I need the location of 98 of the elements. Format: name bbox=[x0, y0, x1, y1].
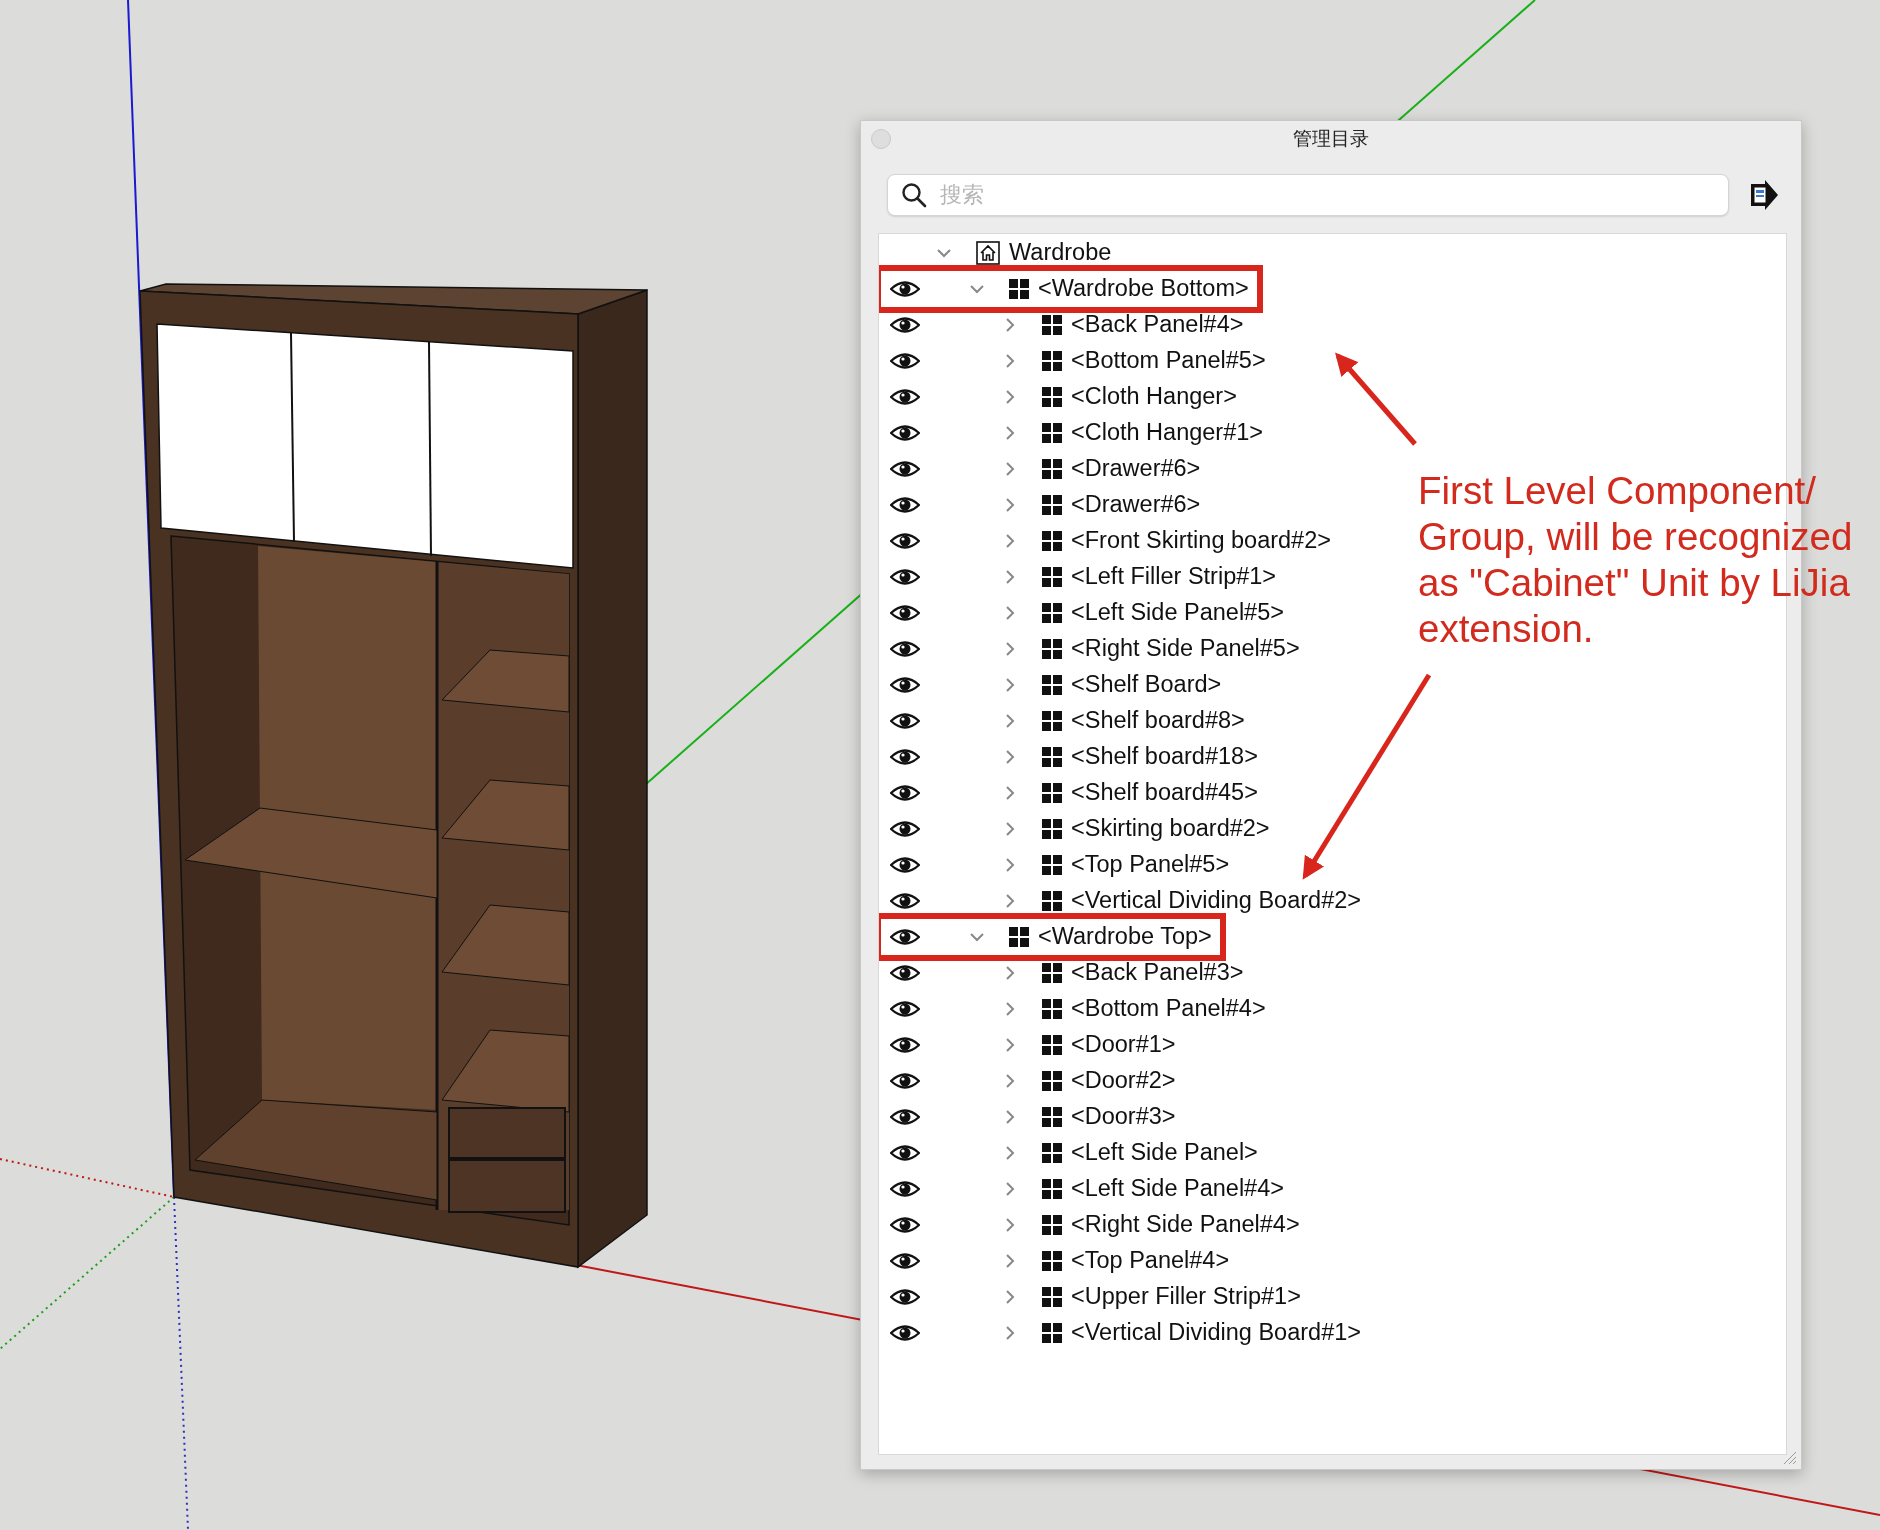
eye-icon[interactable] bbox=[890, 999, 920, 1019]
eye-icon[interactable] bbox=[890, 1251, 920, 1271]
tree-item-label[interactable]: <Back Panel#4> bbox=[1071, 307, 1244, 343]
eye-icon[interactable] bbox=[890, 459, 920, 479]
component-icon bbox=[1042, 639, 1062, 659]
component-icon bbox=[1042, 459, 1062, 479]
component-icon bbox=[1042, 783, 1062, 803]
tree-item-label[interactable]: <Vertical Dividing Board#1> bbox=[1071, 1315, 1361, 1351]
component-icon bbox=[1042, 1251, 1062, 1271]
tree-item-label[interactable]: <Cloth Hanger> bbox=[1071, 379, 1237, 415]
tree-item-label[interactable]: <Left Side Panel> bbox=[1071, 1135, 1258, 1171]
tree-item-label[interactable]: <Skirting board#2> bbox=[1071, 811, 1270, 847]
search-icon bbox=[901, 182, 927, 208]
component-icon bbox=[1042, 855, 1062, 875]
component-icon bbox=[1042, 1143, 1062, 1163]
component-icon bbox=[1042, 603, 1062, 623]
component-icon bbox=[1042, 1107, 1062, 1127]
eye-icon[interactable] bbox=[890, 1143, 920, 1163]
eye-icon[interactable] bbox=[890, 639, 920, 659]
tree-item-label[interactable]: <Shelf board#18> bbox=[1071, 739, 1258, 775]
tree-item-label[interactable]: <Back Panel#3> bbox=[1071, 955, 1244, 991]
house-icon bbox=[976, 241, 1000, 265]
eye-icon[interactable] bbox=[890, 567, 920, 587]
tree-item-label[interactable]: <Shelf board#8> bbox=[1071, 703, 1245, 739]
component-icon bbox=[1042, 891, 1062, 911]
eye-icon[interactable] bbox=[890, 891, 920, 911]
tree-item-label[interactable]: <Vertical Dividing Board#2> bbox=[1071, 883, 1361, 919]
component-icon bbox=[1042, 1179, 1062, 1199]
tree-item-label[interactable]: <Bottom Panel#4> bbox=[1071, 991, 1266, 1027]
tree-item-label[interactable]: <Front Skirting board#2> bbox=[1071, 523, 1331, 559]
eye-icon[interactable] bbox=[890, 783, 920, 803]
tree-item-label[interactable]: <Drawer#6> bbox=[1071, 487, 1201, 523]
tree-item-label[interactable]: <Right Side Panel#5> bbox=[1071, 631, 1300, 667]
tree-item-label[interactable]: <Wardrobe Bottom> bbox=[1038, 271, 1249, 307]
tree-item-label[interactable]: <Left Filler Strip#1> bbox=[1071, 559, 1277, 595]
eye-icon[interactable] bbox=[890, 387, 920, 407]
component-icon bbox=[1042, 999, 1062, 1019]
export-document-icon[interactable] bbox=[1749, 180, 1779, 210]
tree-item-label[interactable]: <Right Side Panel#4> bbox=[1071, 1207, 1300, 1243]
tree-item-label[interactable]: <Top Panel#4> bbox=[1071, 1243, 1230, 1279]
eye-icon[interactable] bbox=[890, 963, 920, 983]
eye-icon[interactable] bbox=[890, 711, 920, 731]
tree-item-label[interactable]: <Top Panel#5> bbox=[1071, 847, 1230, 883]
eye-icon[interactable] bbox=[890, 351, 920, 371]
component-icon bbox=[1042, 1071, 1062, 1091]
eye-icon[interactable] bbox=[890, 819, 920, 839]
component-icon bbox=[1042, 1323, 1062, 1343]
component-icon bbox=[1042, 495, 1062, 515]
eye-icon[interactable] bbox=[890, 747, 920, 767]
eye-icon[interactable] bbox=[890, 423, 920, 443]
eye-icon[interactable] bbox=[890, 1035, 920, 1055]
tree-item-label[interactable]: <Door#2> bbox=[1071, 1063, 1176, 1099]
tree-item-label[interactable]: <Shelf board#45> bbox=[1071, 775, 1258, 811]
eye-icon[interactable] bbox=[890, 603, 920, 623]
eye-icon[interactable] bbox=[890, 1107, 920, 1127]
component-icon bbox=[1042, 1215, 1062, 1235]
tree-item-label[interactable]: <Drawer#6> bbox=[1071, 451, 1201, 487]
eye-icon[interactable] bbox=[890, 927, 920, 947]
eye-icon[interactable] bbox=[890, 855, 920, 875]
component-icon bbox=[1042, 387, 1062, 407]
component-icon bbox=[1042, 711, 1062, 731]
tree-item-label[interactable]: <Door#3> bbox=[1071, 1099, 1176, 1135]
eye-icon[interactable] bbox=[890, 1179, 920, 1199]
component-icon bbox=[1042, 675, 1062, 695]
eye-icon[interactable] bbox=[890, 1323, 920, 1343]
component-icon bbox=[1042, 315, 1062, 335]
tree-item-label[interactable]: <Door#1> bbox=[1071, 1027, 1176, 1063]
eye-icon[interactable] bbox=[890, 315, 920, 335]
component-icon bbox=[1009, 927, 1029, 947]
tree-item-label[interactable]: <Upper Filler Strip#1> bbox=[1071, 1279, 1301, 1315]
eye-icon[interactable] bbox=[890, 1287, 920, 1307]
tree-item-label[interactable]: Wardrobe bbox=[1009, 235, 1112, 271]
component-icon bbox=[1042, 351, 1062, 371]
tree-item-label[interactable]: <Left Side Panel#4> bbox=[1071, 1171, 1284, 1207]
eye-icon[interactable] bbox=[890, 279, 920, 299]
eye-icon[interactable] bbox=[890, 495, 920, 515]
eye-icon[interactable] bbox=[890, 1215, 920, 1235]
component-icon bbox=[1042, 747, 1062, 767]
component-icon bbox=[1042, 1035, 1062, 1055]
component-icon bbox=[1042, 819, 1062, 839]
tree-item-label[interactable]: <Shelf Board> bbox=[1071, 667, 1222, 703]
tree-item-label[interactable]: <Wardrobe Top> bbox=[1038, 919, 1212, 955]
tree-item-label[interactable]: <Left Side Panel#5> bbox=[1071, 595, 1284, 631]
eye-icon[interactable] bbox=[890, 531, 920, 551]
component-icon bbox=[1042, 531, 1062, 551]
component-icon bbox=[1009, 279, 1029, 299]
tree-item-label[interactable]: <Bottom Panel#5> bbox=[1071, 343, 1266, 379]
component-icon bbox=[1042, 567, 1062, 587]
search-field[interactable]: 搜索 bbox=[887, 174, 1729, 216]
annotation-text: First Level Component/ Group, will be recognized as "Cabinet" Unit by LiJia extension. bbox=[1418, 468, 1853, 652]
window-title: 管理目录 bbox=[1293, 127, 1369, 151]
tree-item-label[interactable]: <Cloth Hanger#1> bbox=[1071, 415, 1264, 451]
eye-icon[interactable] bbox=[890, 675, 920, 695]
component-icon bbox=[1042, 1287, 1062, 1307]
eye-icon[interactable] bbox=[890, 1071, 920, 1091]
resize-grip-icon[interactable] bbox=[1783, 1451, 1797, 1465]
component-icon bbox=[1042, 963, 1062, 983]
component-icon bbox=[1042, 423, 1062, 443]
